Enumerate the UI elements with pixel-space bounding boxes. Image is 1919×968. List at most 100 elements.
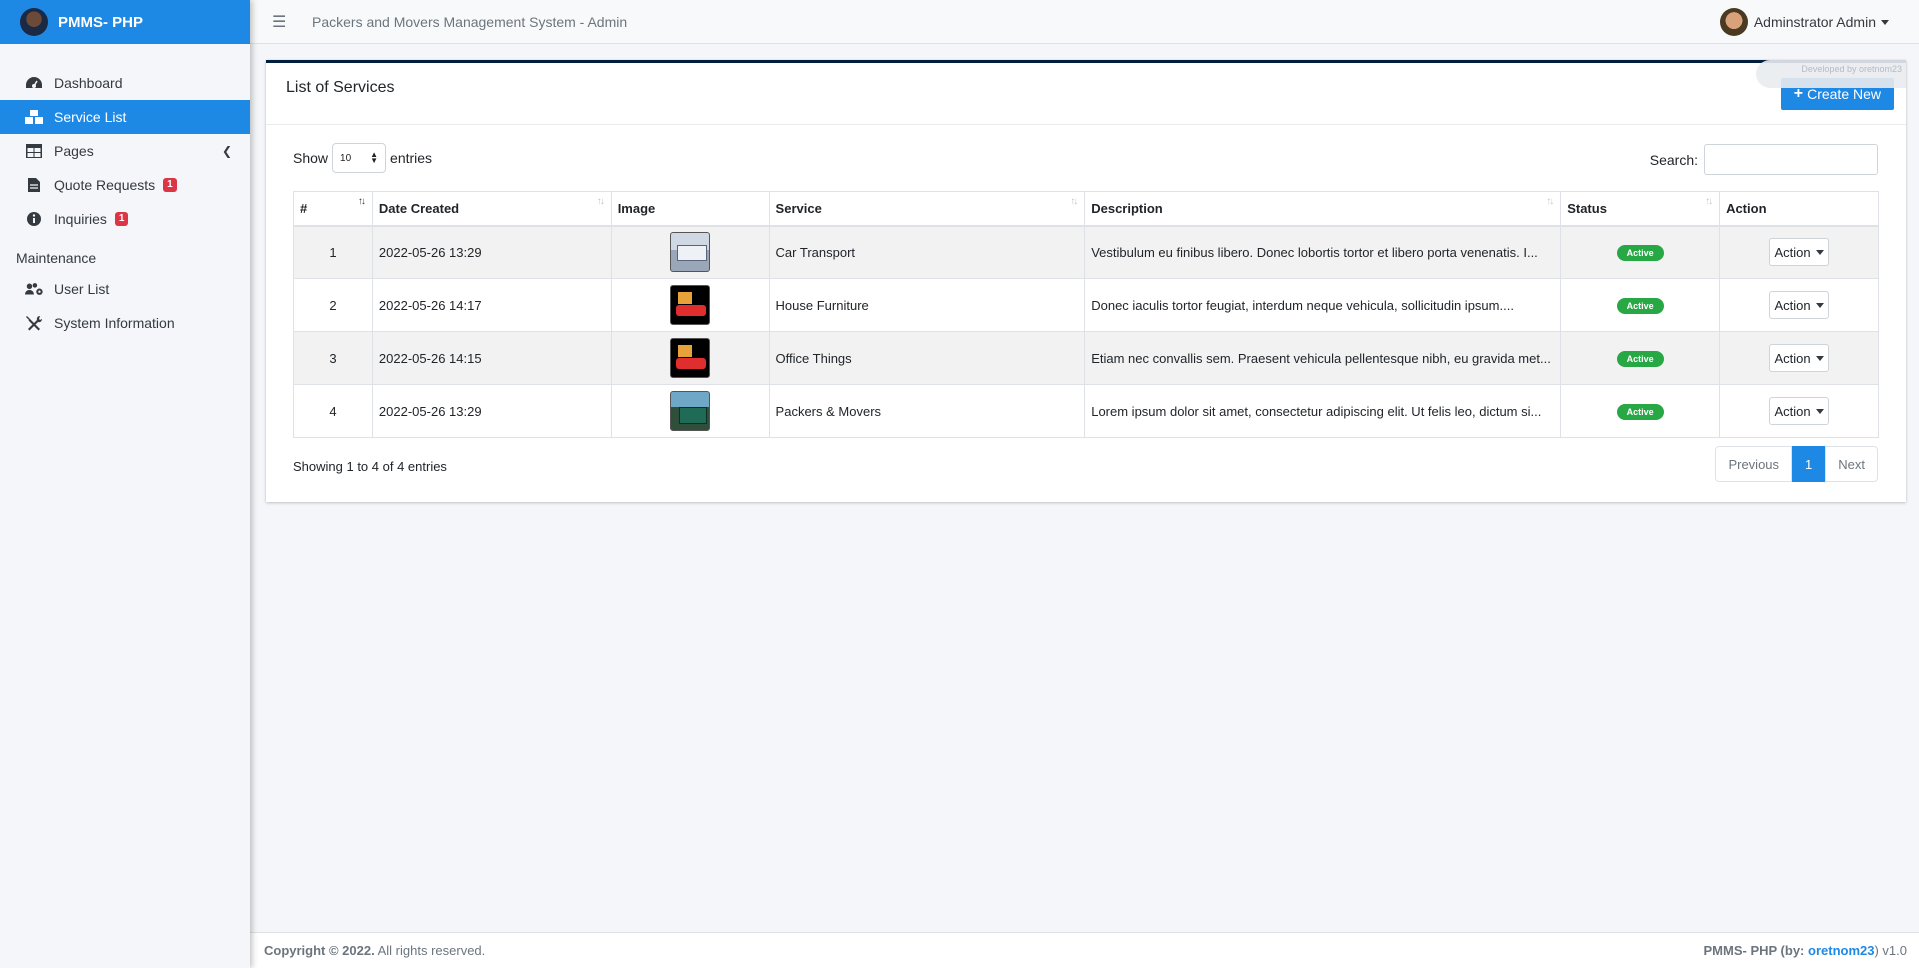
create-new-label: Create New [1807, 86, 1881, 102]
action-dropdown-button[interactable]: Action [1769, 344, 1829, 372]
row-date-created: 2022-05-26 14:17 [371, 278, 612, 332]
column-header-action: Action [1719, 191, 1879, 227]
column-header-description[interactable]: Description ↑↓ [1084, 191, 1562, 227]
row-image-cell [610, 225, 770, 279]
row-description: Etiam nec convallis sem. Praesent vehicu… [1091, 350, 1551, 366]
row-status-cell: Active [1560, 278, 1721, 332]
sidebar-item-inquiries[interactable]: Inquiries 1 [0, 202, 250, 236]
sidebar-item-label: User List [54, 281, 110, 297]
dashboard-icon [24, 75, 44, 91]
sidebar-item-label: Quote Requests [54, 177, 156, 193]
quote-requests-badge: 1 [163, 178, 177, 192]
copyright-label: Copyright © 2022. [264, 943, 375, 958]
chevron-left-icon: ❮ [221, 144, 232, 158]
boxes-icon [24, 109, 44, 125]
sidebar-item-dashboard[interactable]: Dashboard [0, 66, 250, 100]
column-header-service[interactable]: Service ↑↓ [768, 191, 1086, 227]
row-date-created: 2022-05-26 13:29 [371, 225, 612, 279]
sidebar-item-pages[interactable]: Pages ❮ [0, 134, 250, 168]
sidebar-item-service-list[interactable]: Service List [0, 100, 250, 134]
caret-down-icon [1815, 355, 1824, 361]
action-dropdown-button[interactable]: Action [1769, 238, 1829, 267]
show-label: Show [293, 150, 329, 166]
van-image [670, 285, 711, 325]
menu-toggle-icon[interactable]: ☰ [272, 12, 288, 32]
info-icon [24, 211, 44, 227]
row-service: House Furniture [768, 278, 1086, 332]
sidebar-item-label: Dashboard [54, 75, 123, 91]
sidebar-nav: Dashboard Service List Pages ❮ Quote Req… [0, 66, 250, 340]
row-action-cell: Action [1719, 331, 1879, 385]
row-status-cell: Active [1560, 331, 1721, 385]
avatar [1719, 8, 1748, 36]
row-description-cell: Lorem ipsum dolor sit amet, consectetur … [1084, 384, 1562, 438]
column-header-date-created[interactable]: Date Created ↑↓ [371, 191, 612, 227]
row-status-cell: Active [1560, 225, 1721, 279]
entries-select[interactable]: 10 ▲ ▼ [332, 143, 387, 173]
caret-down-icon [1815, 408, 1824, 414]
sidebar: PMMS- PHP Dashboard Service List Pages ❮ [0, 0, 250, 968]
van-image [670, 338, 711, 378]
status-badge: Active [1616, 244, 1664, 261]
table-icon [24, 143, 44, 159]
pagination-next[interactable]: Next [1825, 446, 1878, 482]
services-table: # ↑↓ Date Created ↑↓ Image Service ↑↓ Descr… [293, 191, 1879, 438]
page-title: List of Services [286, 79, 395, 96]
page-footer: Copyright © 2022. All rights reserved. P… [250, 932, 1919, 968]
table-row: 4 2022-05-26 13:29 Packers & Movers Lore… [293, 384, 1879, 438]
row-image-cell [610, 331, 770, 385]
top-navbar: ☰ Packers and Movers Management System -… [250, 0, 1919, 44]
pagination-page-1[interactable]: 1 [1792, 446, 1826, 482]
row-description-cell: Vestibulum eu finibus libero. Donec lobo… [1084, 225, 1562, 279]
row-description: Donec iaculis tortor feugiat, interdum n… [1091, 297, 1514, 313]
table-header-row: # ↑↓ Date Created ↑↓ Image Service ↑↓ Descr… [293, 191, 1879, 227]
inquiries-badge: 1 [114, 212, 129, 226]
row-status-cell: Active [1560, 384, 1721, 438]
row-image-cell [610, 278, 770, 332]
entries-length: Show 10 ▲ ▼ entries [293, 143, 432, 173]
developer-note: Developed by oretnom23 [1756, 60, 1906, 88]
column-header-image: Image [610, 191, 770, 227]
table-info: Showing 1 to 4 of 4 entries [293, 459, 447, 474]
truck-image [670, 232, 711, 273]
file-icon [24, 177, 44, 193]
version-label: ) v1.0 [1874, 943, 1907, 958]
sidebar-item-label: Inquiries [54, 211, 107, 227]
sort-icon: ↑↓ [1705, 196, 1713, 207]
status-badge: Active [1616, 403, 1664, 420]
pagination: Previous 1 Next [1715, 446, 1878, 482]
services-card: List of Services + Create New Developed … [266, 60, 1906, 502]
rights-label: All rights reserved. [377, 943, 486, 958]
entries-value: 10 [340, 152, 352, 164]
row-number: 1 [293, 225, 373, 279]
status-badge: Active [1616, 297, 1664, 314]
row-action-cell: Action [1719, 225, 1879, 279]
sidebar-item-quote-requests[interactable]: Quote Requests 1 [0, 168, 250, 202]
sidebar-item-label: Service List [54, 109, 127, 125]
row-date-created: 2022-05-26 14:15 [371, 331, 612, 385]
column-header-status[interactable]: Status ↑↓ [1560, 191, 1721, 227]
app-credit-prefix: PMMS- PHP (by: [1703, 943, 1805, 958]
table-row: 1 2022-05-26 13:29 Car Transport Vestibu… [293, 225, 1879, 279]
status-badge: Active [1616, 350, 1664, 367]
sidebar-item-label: System Information [54, 315, 175, 331]
row-image-cell [610, 384, 770, 438]
action-dropdown-button[interactable]: Action [1769, 291, 1829, 319]
row-service: Packers & Movers [768, 384, 1086, 438]
pagination-previous[interactable]: Previous [1715, 446, 1793, 482]
row-service: Car Transport [768, 225, 1086, 279]
sidebar-section-header: Maintenance [16, 250, 97, 266]
action-dropdown-button[interactable]: Action [1769, 397, 1829, 425]
sidebar-item-user-list[interactable]: User List [0, 272, 250, 306]
brand-link[interactable]: PMMS- PHP [0, 0, 250, 44]
caret-down-icon [1815, 249, 1824, 255]
author-link[interactable]: oretnom23 [1808, 943, 1874, 958]
caret-down-icon [1815, 302, 1824, 308]
sidebar-item-system-information[interactable]: System Information [0, 306, 250, 340]
user-menu[interactable]: Adminstrator Admin [1719, 8, 1889, 36]
search-input[interactable] [1704, 144, 1878, 175]
column-header-number[interactable]: # ↑↓ [293, 191, 373, 227]
row-description-cell: Donec iaculis tortor feugiat, interdum n… [1084, 278, 1562, 332]
system-title: Packers and Movers Management System - A… [312, 13, 628, 30]
sidebar-item-label: Pages [54, 143, 94, 159]
